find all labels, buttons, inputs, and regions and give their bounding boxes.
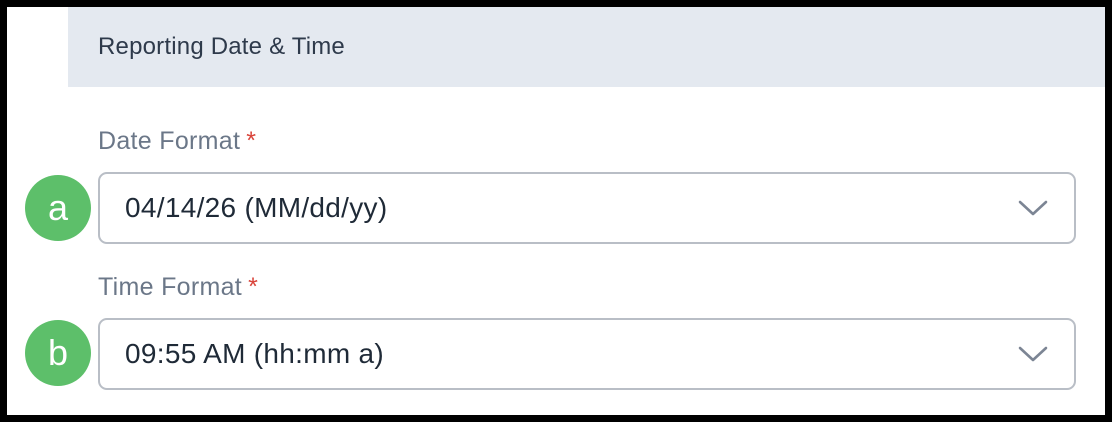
- time-format-select[interactable]: 09:55 AM (hh:mm a): [98, 318, 1076, 390]
- section-header: Reporting Date & Time: [68, 7, 1105, 87]
- date-format-label-text: Date Format: [98, 127, 241, 155]
- annotation-badge-a: a: [25, 175, 91, 241]
- date-format-label: Date Format *: [98, 127, 256, 156]
- time-format-label: Time Format *: [98, 273, 258, 302]
- chevron-down-icon: [1018, 200, 1048, 216]
- annotation-badge-b: b: [25, 320, 91, 386]
- time-format-label-text: Time Format: [98, 273, 243, 301]
- section-title: Reporting Date & Time: [98, 33, 345, 60]
- required-marker: *: [246, 127, 257, 155]
- settings-panel: Reporting Date & Time Date Format * a 04/…: [7, 7, 1105, 415]
- required-marker: *: [248, 273, 259, 301]
- date-format-value: 04/14/26 (MM/dd/yy): [125, 192, 388, 223]
- date-format-select[interactable]: 04/14/26 (MM/dd/yy): [98, 172, 1076, 244]
- time-format-value: 09:55 AM (hh:mm a): [125, 338, 385, 369]
- chevron-down-icon: [1018, 346, 1048, 362]
